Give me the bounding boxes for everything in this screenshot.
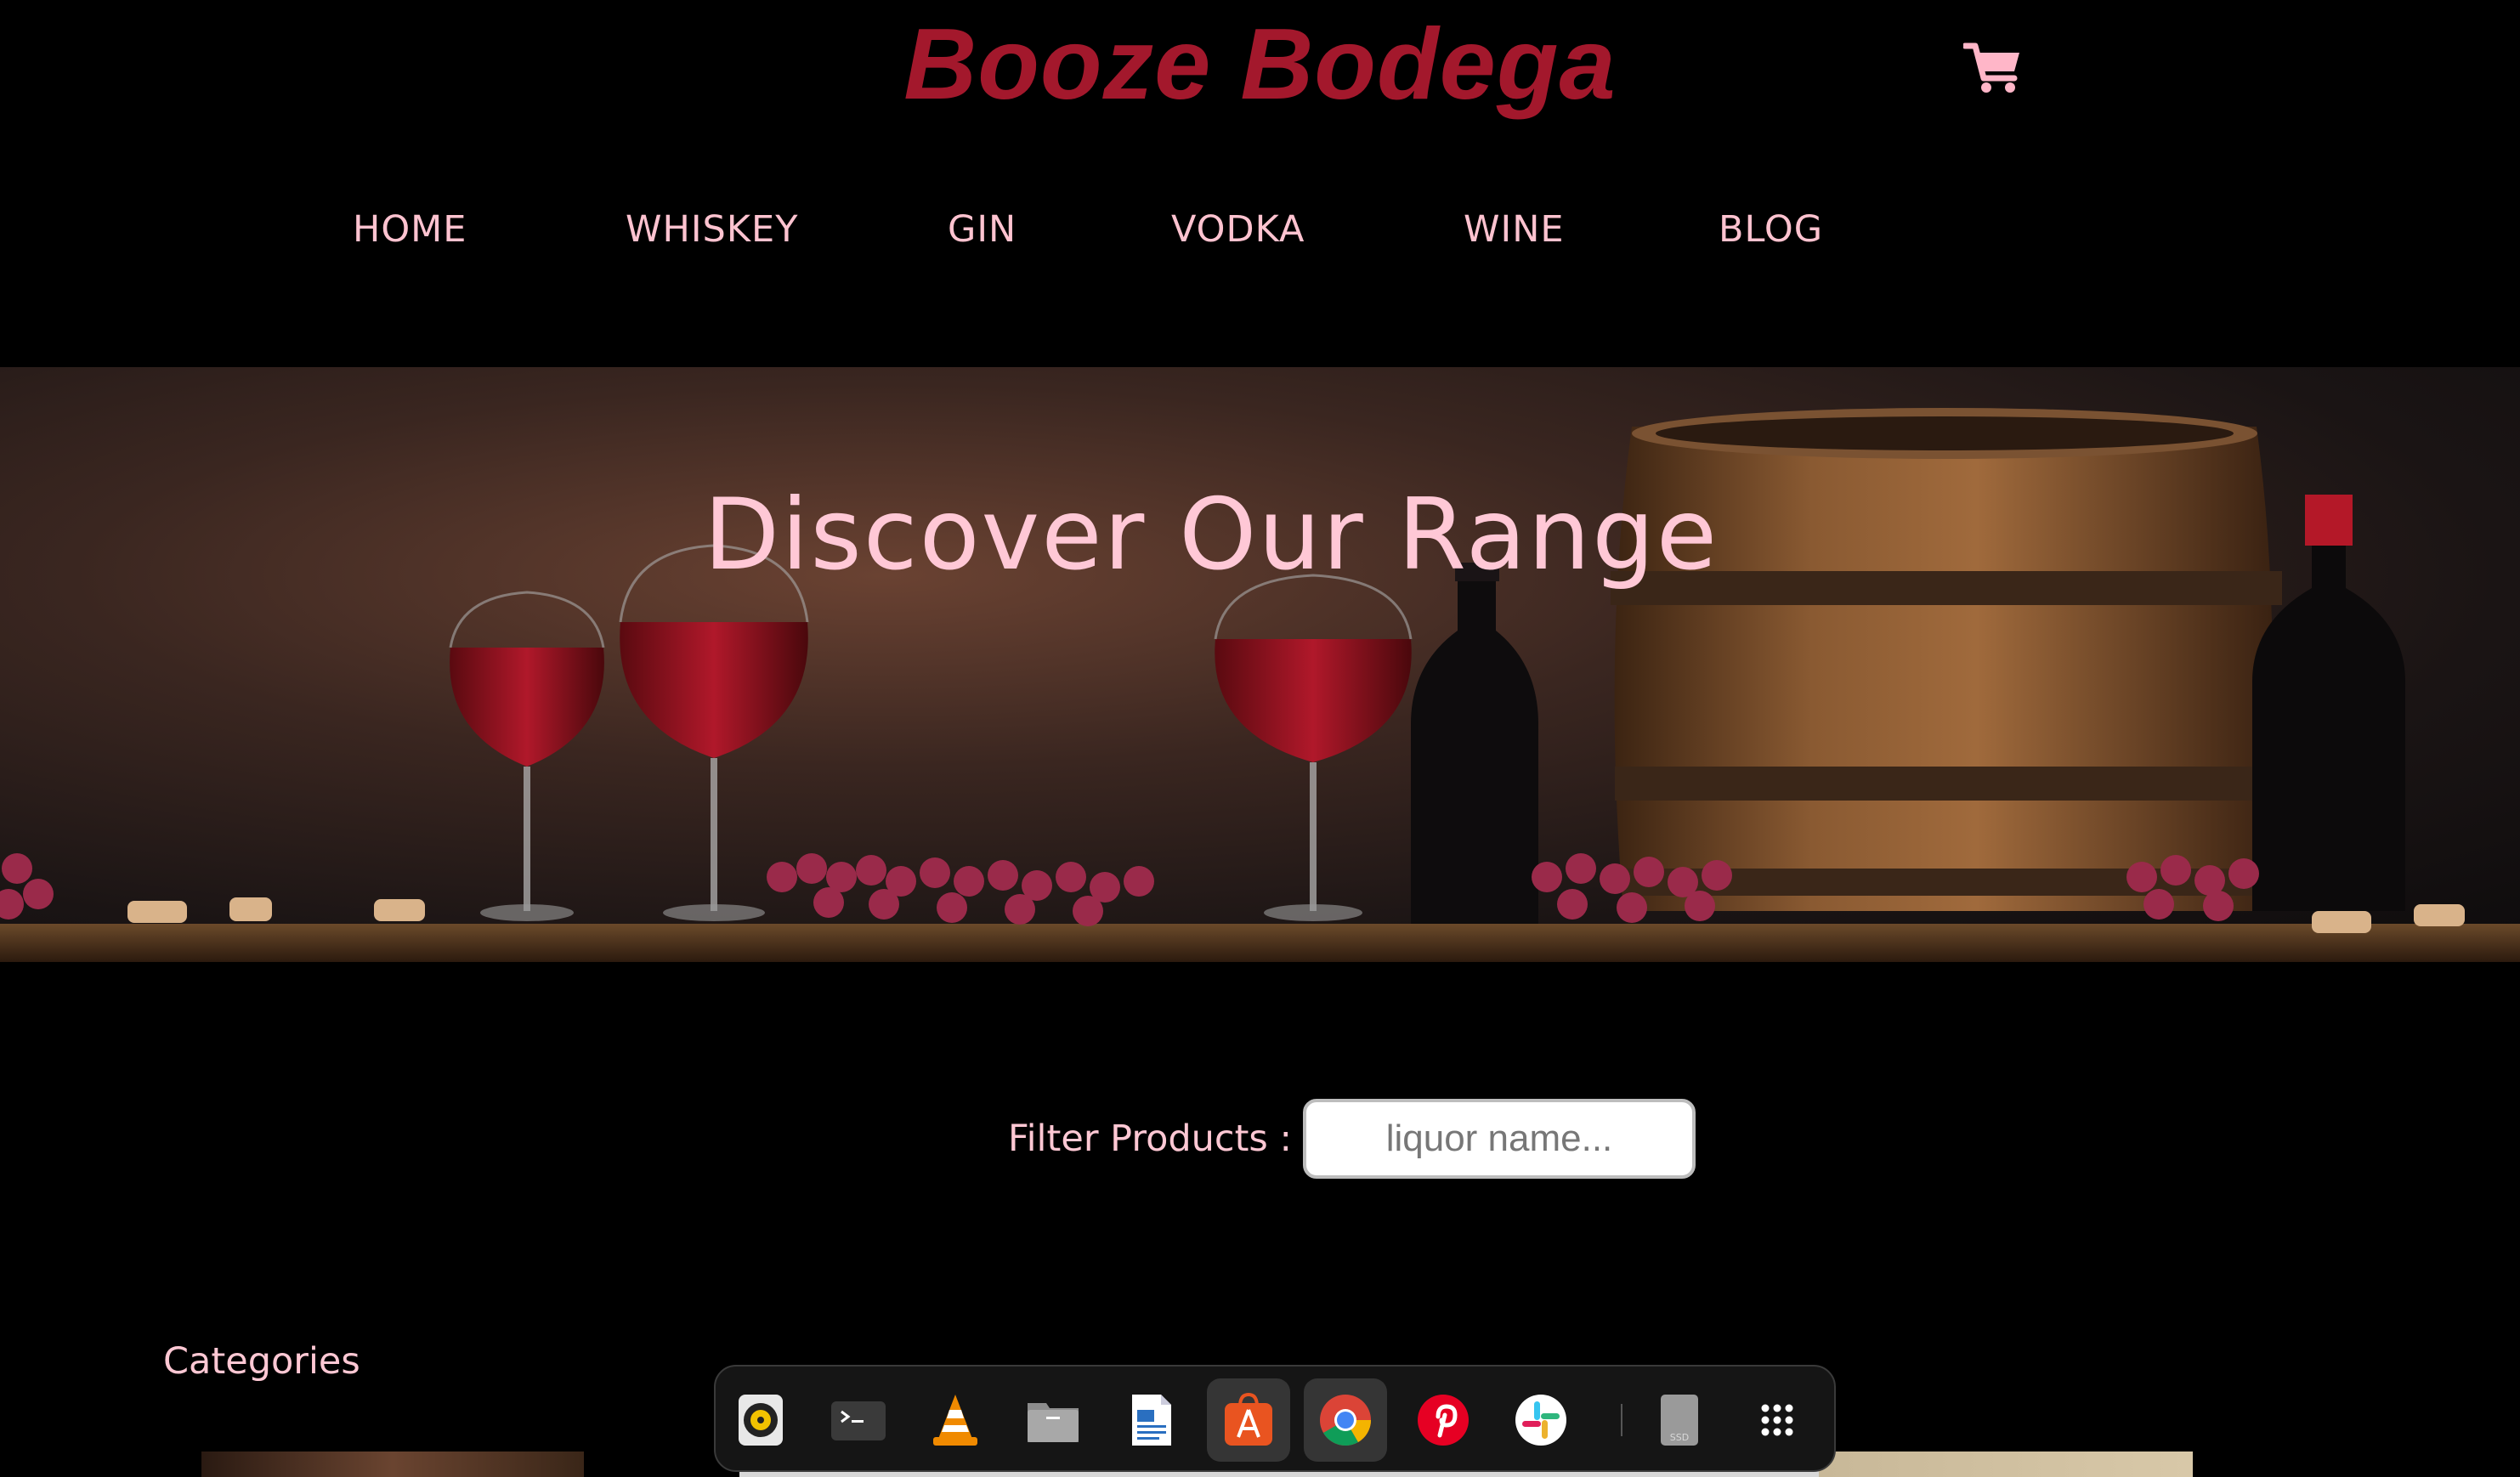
music-player-icon <box>739 1395 783 1446</box>
liquor-search-input[interactable] <box>1303 1099 1696 1179</box>
dock-item-files[interactable] <box>1011 1378 1095 1462</box>
svg-text:SSD: SSD <box>1670 1432 1689 1443</box>
categories-heading: Categories <box>163 1340 360 1383</box>
dock-item-vlc[interactable] <box>914 1378 997 1462</box>
nav-gin[interactable]: GIN <box>948 195 1016 263</box>
dock-item-show-apps[interactable] <box>1736 1378 1819 1462</box>
filter-label: Filter Products : <box>1008 1118 1292 1160</box>
shopping-cart-icon[interactable] <box>1963 41 2023 95</box>
category-thumbnail[interactable] <box>201 1452 584 1477</box>
app-store-icon <box>1225 1392 1272 1446</box>
vlc-cone-icon <box>933 1395 977 1446</box>
product-thumbnail[interactable] <box>1819 1452 2193 1477</box>
dock-item-drive[interactable]: SSD <box>1638 1378 1721 1462</box>
folder-icon <box>1028 1403 1079 1442</box>
nav-vodka[interactable]: VODKA <box>1171 195 1305 263</box>
nav-whiskey[interactable]: WHISKEY <box>626 195 798 263</box>
dock-item-chrome[interactable] <box>1304 1378 1387 1462</box>
main-nav: HOME WHISKEY GIN VODKA WINE BLOG <box>0 195 2520 263</box>
dock-item-slack[interactable] <box>1499 1378 1583 1462</box>
nav-home[interactable]: HOME <box>353 195 467 263</box>
app-grid-icon <box>1761 1404 1793 1436</box>
drive-icon: SSD <box>1661 1395 1698 1446</box>
nav-blog[interactable]: BLOG <box>1719 195 1823 263</box>
pinterest-icon <box>1418 1395 1469 1446</box>
dock-item-terminal[interactable] <box>817 1378 900 1462</box>
dock-item-pinterest[interactable] <box>1402 1378 1485 1462</box>
terminal-icon <box>831 1401 886 1440</box>
site-brand[interactable]: Booze Bodega <box>0 5 2520 124</box>
dock-item-text-editor[interactable] <box>1109 1378 1192 1462</box>
nav-wine[interactable]: WINE <box>1464 195 1565 263</box>
hero-title: Discover Our Range <box>703 478 1719 592</box>
hero-banner: Discover Our Range <box>0 367 2520 962</box>
hero-wine-barrel-image <box>0 408 2520 962</box>
dock-item-app-center[interactable] <box>1207 1378 1290 1462</box>
slack-icon <box>1515 1395 1566 1446</box>
document-icon <box>1132 1395 1171 1446</box>
chrome-icon <box>1320 1395 1371 1446</box>
app-dock: SSD <box>714 1365 1836 1472</box>
dock-item-rhythmbox[interactable] <box>719 1378 802 1462</box>
